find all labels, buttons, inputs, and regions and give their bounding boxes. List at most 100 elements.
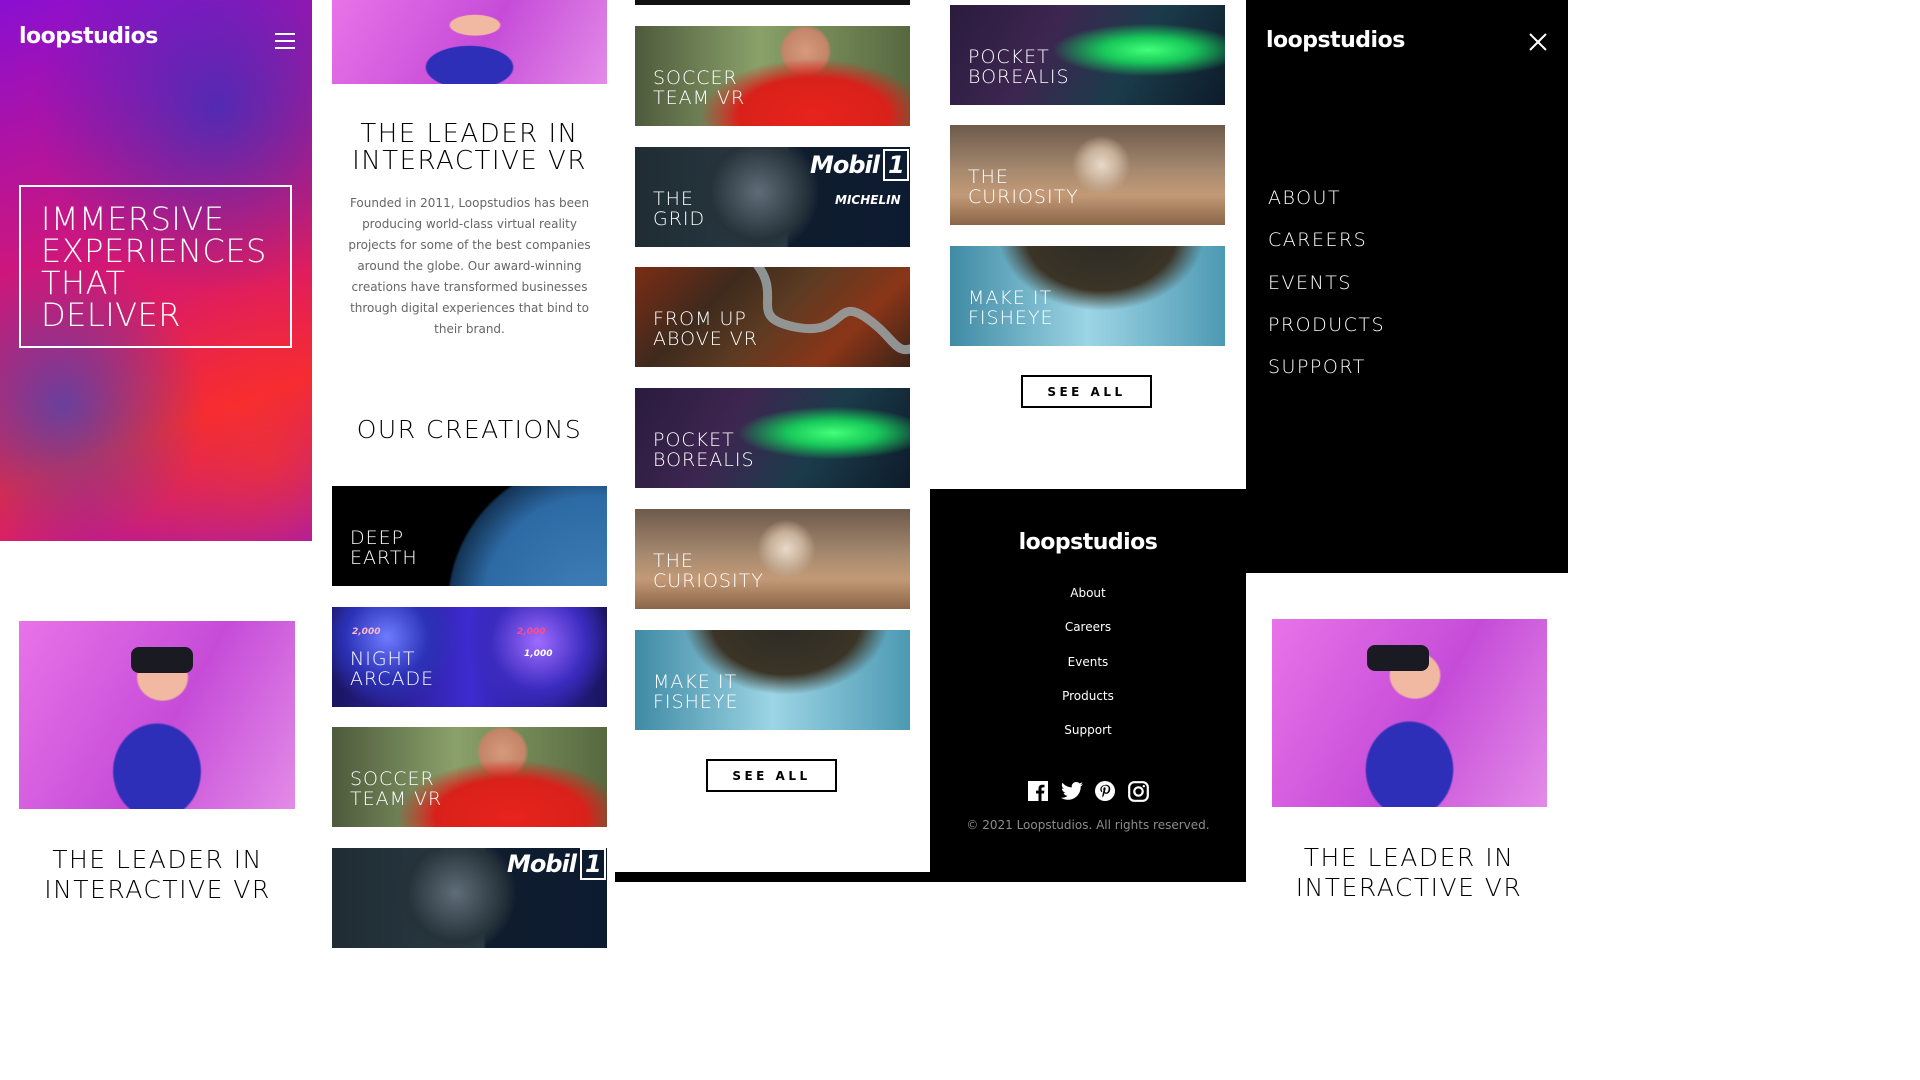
close-icon[interactable]	[1528, 32, 1548, 52]
paragraph-line: projects for some of the best companies	[348, 238, 591, 252]
copyright-text: © 2021 Loopstudios. All rights reserved.	[966, 818, 1210, 832]
intro-paragraph: Founded in 2011, Loopstudios has been pr…	[332, 193, 607, 340]
footer-edge	[615, 872, 930, 882]
tile-edge	[635, 0, 910, 5]
hero-headline-box: IMMERSIVE EXPERIENCES THAT DELIVER	[19, 185, 292, 348]
tile-title-line: SOCCER	[350, 768, 435, 790]
vr-interactive-image-top	[332, 0, 607, 84]
arcade-score-label: 2,000	[352, 627, 381, 637]
intro-heading-line: INTERACTIVE VR	[352, 146, 587, 176]
creation-tile-soccer-team-vr[interactable]: SOCCER TEAM VR	[635, 26, 910, 126]
see-all-button[interactable]: SEE ALL	[706, 759, 837, 792]
paragraph-line: Founded in 2011, Loopstudios has been	[349, 196, 590, 210]
menu-item-about[interactable]: ABOUT	[1268, 187, 1341, 209]
creation-tile-the-curiosity[interactable]: THE CURIOSITY	[635, 509, 910, 609]
mobil-sponsor-logo: Mobil 1	[507, 848, 606, 880]
creation-tile-night-arcade[interactable]: 2,000 2,000 1,000 NIGHT ARCADE	[332, 607, 607, 707]
creation-tile-soccer-team-vr[interactable]: SOCCER TEAM VR	[332, 727, 607, 827]
tile-title-line: CURIOSITY	[653, 570, 764, 592]
vr-interactive-image	[1272, 619, 1547, 807]
hero-line: THAT	[41, 264, 126, 302]
paragraph-line: producing world-class virtual reality	[362, 217, 577, 231]
intro-heading-line: THE LEADER IN	[52, 845, 263, 874]
creation-tile-the-grid[interactable]: Mobil 1	[332, 848, 607, 948]
menu-item-products[interactable]: PRODUCTS	[1268, 314, 1385, 336]
footer-link-events[interactable]: Events	[930, 655, 1246, 669]
creation-tile-make-it-fisheye[interactable]: MAKE IT FISHEYE	[950, 246, 1225, 346]
tile-title-line: FISHEYE	[968, 307, 1054, 329]
intro-heading-line: INTERACTIVE VR	[44, 875, 271, 904]
arcade-score-label: 1,000	[524, 649, 553, 659]
mobile-hero: loopstudios IMMERSIVE EXPERIENCES THAT D…	[0, 0, 312, 541]
instagram-icon[interactable]	[1128, 781, 1149, 802]
mobil-text: Mobil	[810, 151, 880, 179]
hamburger-menu-icon[interactable]	[275, 33, 295, 54]
creation-tile-from-up-above-vr[interactable]: FROM UP ABOVE VR	[635, 267, 910, 367]
mobil-text: Mobil	[507, 850, 577, 878]
tile-title-line: THE	[653, 188, 694, 210]
intro-heading-line: THE LEADER IN	[360, 119, 579, 149]
paragraph-line: creations have transformed businesses	[351, 280, 588, 294]
tile-title-line: CURIOSITY	[968, 186, 1079, 208]
creation-tile-pocket-borealis[interactable]: POCKET BOREALIS	[950, 5, 1225, 105]
tile-title-line: ABOVE VR	[653, 328, 758, 350]
tile-title-line: POCKET	[968, 46, 1050, 68]
footer-link-careers[interactable]: Careers	[930, 620, 1246, 634]
michelin-sponsor-logo: MICHELIN	[835, 193, 901, 207]
menu-item-support[interactable]: SUPPORT	[1268, 356, 1366, 378]
tile-title-line: POCKET	[653, 429, 735, 451]
tile-title-line: DEEP	[350, 527, 405, 549]
intro-heading-mobile: THE LEADER IN INTERACTIVE VR	[1250, 843, 1568, 903]
tile-title-line: BOREALIS	[968, 66, 1070, 88]
twitter-icon[interactable]	[1061, 782, 1083, 800]
paragraph-line: through digital experiences that bind to	[350, 301, 589, 315]
hero-line: IMMERSIVE	[41, 200, 225, 238]
creation-tile-deep-earth[interactable]: DEEP EARTH	[332, 486, 607, 586]
tile-title-line: NIGHT	[350, 648, 416, 670]
intro-heading-line: THE LEADER IN	[1303, 843, 1515, 872]
mobil-number: 1	[883, 149, 909, 181]
pinterest-icon[interactable]	[1095, 781, 1115, 801]
tile-title-line: EARTH	[350, 547, 418, 569]
creation-tile-pocket-borealis[interactable]: POCKET BOREALIS	[635, 388, 910, 488]
menu-item-events[interactable]: EVENTS	[1268, 272, 1352, 294]
paragraph-line: around the globe. Our award-winning	[357, 259, 582, 273]
footer-link-support[interactable]: Support	[930, 723, 1246, 737]
creation-tile-the-curiosity[interactable]: THE CURIOSITY	[950, 125, 1225, 225]
footer-link-products[interactable]: Products	[930, 689, 1246, 703]
hero-line: DELIVER	[41, 296, 181, 334]
tile-title-line: THE	[653, 550, 694, 572]
footer-logo[interactable]: loopstudios	[930, 530, 1246, 555]
arcade-score-label: 2,000	[517, 627, 546, 637]
see-all-button[interactable]: SEE ALL	[1021, 375, 1152, 408]
tile-title-line: THE	[968, 166, 1009, 188]
vr-interactive-image	[19, 621, 295, 809]
creation-tile-the-grid[interactable]: Mobil 1 MICHELIN THE GRID	[635, 147, 910, 247]
intro-heading-line: INTERACTIVE VR	[1295, 873, 1523, 902]
mobil-sponsor-logo: Mobil 1	[810, 149, 909, 181]
creations-heading: OUR CREATIONS	[356, 415, 583, 444]
tile-title-line: ARCADE	[350, 668, 435, 690]
paragraph-line: their brand.	[434, 322, 505, 336]
menu-item-careers[interactable]: CAREERS	[1268, 229, 1367, 251]
tile-title-line: MAKE IT	[653, 671, 738, 693]
tile-title-line: GRID	[653, 208, 706, 230]
hero-line: EXPERIENCES	[41, 232, 267, 270]
vr-headset-graphic	[1367, 645, 1429, 671]
tile-title-line: SOCCER	[653, 67, 738, 89]
tile-title-line: FISHEYE	[653, 691, 739, 713]
tile-title-line: FROM UP	[653, 308, 747, 330]
logo[interactable]: loopstudios	[19, 24, 158, 49]
tile-title-line: TEAM VR	[653, 87, 746, 109]
mobil-number: 1	[580, 848, 606, 880]
creation-tile-make-it-fisheye[interactable]: MAKE IT FISHEYE	[635, 630, 910, 730]
intro-heading: THE LEADER IN INTERACTIVE VR	[332, 121, 607, 175]
tile-title-line: BOREALIS	[653, 449, 755, 471]
footer-link-about[interactable]: About	[930, 586, 1246, 600]
tile-title-line: TEAM VR	[350, 788, 443, 810]
facebook-icon[interactable]	[1028, 781, 1048, 801]
tile-title-line: MAKE IT	[968, 287, 1053, 309]
vr-headset-graphic	[131, 647, 193, 673]
intro-heading-mobile: THE LEADER IN INTERACTIVE VR	[0, 845, 315, 905]
menu-logo[interactable]: loopstudios	[1266, 28, 1405, 53]
